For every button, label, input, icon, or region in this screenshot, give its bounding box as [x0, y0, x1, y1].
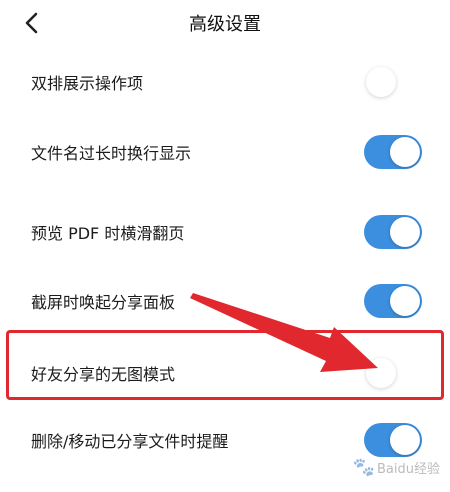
toggle-knob	[366, 358, 396, 388]
toggle-knob	[390, 137, 420, 167]
setting-row-wrap-filename: 文件名过长时换行显示	[0, 117, 450, 187]
setting-row-no-image-mode: 好友分享的无图模式	[0, 338, 450, 408]
toggle-switch[interactable]	[364, 65, 422, 99]
setting-label: 好友分享的无图模式	[31, 365, 176, 384]
setting-row-screenshot-share: 截屏时唤起分享面板	[0, 266, 450, 336]
setting-row-delete-remind: 删除/移动已分享文件时提醒	[0, 405, 450, 475]
toggle-switch[interactable]	[364, 215, 422, 249]
toggle-switch[interactable]	[364, 423, 422, 457]
toggle-knob	[366, 67, 396, 97]
toggle-switch[interactable]	[364, 356, 422, 390]
header: 高级设置	[0, 0, 450, 46]
toggle-knob	[390, 286, 420, 316]
setting-label: 预览 PDF 时横滑翻页	[31, 224, 185, 243]
setting-label: 双排展示操作项	[31, 74, 144, 93]
setting-label: 文件名过长时换行显示	[31, 144, 192, 163]
setting-row-double-column: 双排展示操作项	[0, 47, 450, 117]
toggle-switch[interactable]	[364, 284, 422, 318]
toggle-knob	[390, 425, 420, 455]
page-title: 高级设置	[189, 14, 261, 35]
setting-row-pdf-swipe: 预览 PDF 时横滑翻页	[0, 197, 450, 267]
setting-label: 删除/移动已分享文件时提醒	[31, 432, 229, 451]
toggle-switch[interactable]	[364, 135, 422, 169]
setting-label: 截屏时唤起分享面板	[31, 293, 176, 312]
toggle-knob	[390, 217, 420, 247]
